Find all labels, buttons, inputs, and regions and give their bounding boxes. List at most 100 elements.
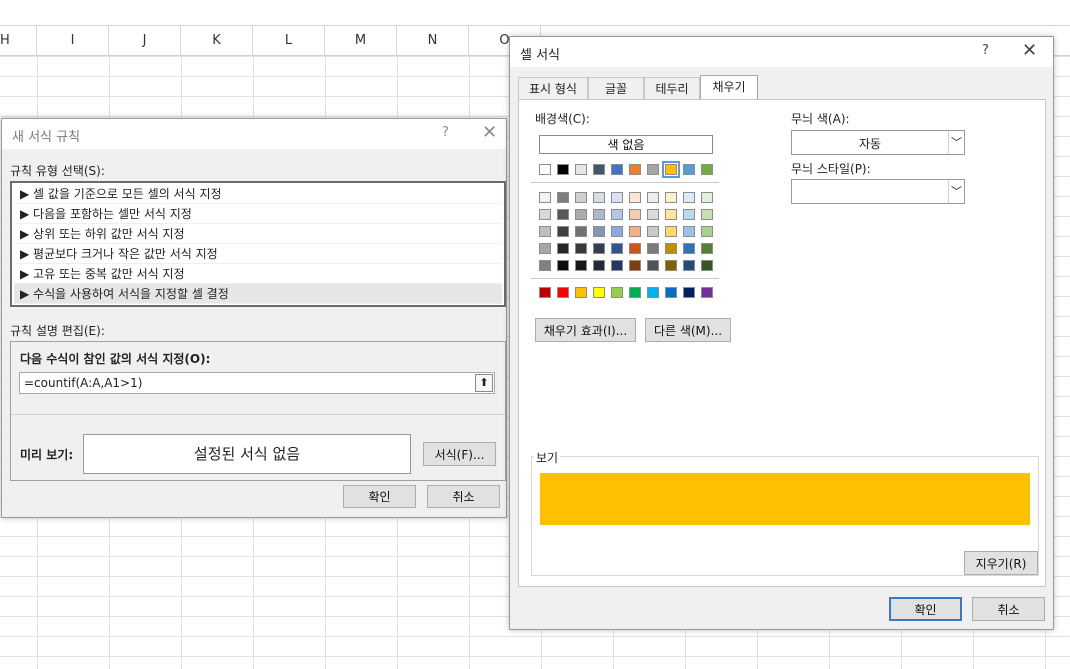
color-swatch[interactable] bbox=[593, 260, 605, 271]
color-swatch[interactable] bbox=[611, 260, 623, 271]
rule-type-item[interactable]: ▶ 고유 또는 중복 값만 서식 지정 bbox=[14, 264, 502, 284]
color-swatch[interactable] bbox=[557, 243, 569, 254]
color-swatch[interactable] bbox=[701, 243, 713, 254]
color-swatch[interactable] bbox=[557, 287, 569, 298]
color-swatch[interactable] bbox=[701, 260, 713, 271]
color-swatch[interactable] bbox=[647, 164, 659, 175]
cancel-button[interactable]: 취소 bbox=[427, 485, 500, 508]
color-swatch[interactable] bbox=[647, 243, 659, 254]
column-header-k[interactable]: K bbox=[181, 26, 253, 56]
color-swatch[interactable] bbox=[611, 164, 623, 175]
help-icon[interactable]: ? bbox=[442, 125, 449, 140]
rule-type-item[interactable]: ▶ 다음을 포함하는 셀만 서식 지정 bbox=[14, 204, 502, 224]
color-swatch[interactable] bbox=[629, 287, 641, 298]
column-header-n[interactable]: N bbox=[397, 26, 469, 56]
color-swatch[interactable] bbox=[593, 192, 605, 203]
color-swatch[interactable] bbox=[629, 209, 641, 220]
pattern-style-dropdown[interactable]: ﹀ bbox=[791, 179, 965, 204]
color-swatch[interactable] bbox=[539, 192, 551, 203]
color-swatch[interactable] bbox=[593, 243, 605, 254]
color-swatch[interactable] bbox=[647, 226, 659, 237]
rule-type-item[interactable]: ▶ 셀 값을 기준으로 모든 셀의 서식 지정 bbox=[14, 184, 502, 204]
color-swatch[interactable] bbox=[611, 243, 623, 254]
color-swatch[interactable] bbox=[683, 164, 695, 175]
color-swatch[interactable] bbox=[557, 209, 569, 220]
color-swatch[interactable] bbox=[611, 226, 623, 237]
color-swatch[interactable] bbox=[665, 260, 677, 271]
dialog-titlebar[interactable]: 셀 서식 ? ✕ bbox=[510, 37, 1053, 67]
more-colors-button[interactable]: 다른 색(M)... bbox=[645, 318, 731, 342]
color-swatch[interactable] bbox=[683, 287, 695, 298]
color-swatch[interactable] bbox=[593, 209, 605, 220]
column-header-l[interactable]: L bbox=[253, 26, 325, 56]
column-header-h[interactable]: H bbox=[0, 26, 37, 56]
color-swatch[interactable] bbox=[665, 287, 677, 298]
color-swatch[interactable] bbox=[665, 243, 677, 254]
color-swatch[interactable] bbox=[701, 209, 713, 220]
column-header-i[interactable]: I bbox=[37, 26, 109, 56]
color-swatch[interactable] bbox=[611, 209, 623, 220]
color-swatch[interactable] bbox=[611, 287, 623, 298]
color-swatch[interactable] bbox=[629, 226, 641, 237]
color-swatch[interactable] bbox=[665, 209, 677, 220]
column-header-j[interactable]: J bbox=[109, 26, 181, 56]
rule-type-list[interactable]: ▶ 셀 값을 기준으로 모든 셀의 서식 지정 ▶ 다음을 포함하는 셀만 서식… bbox=[10, 181, 506, 307]
tab-border[interactable]: 테두리 bbox=[644, 77, 700, 100]
help-icon[interactable]: ? bbox=[982, 43, 989, 58]
tab-font[interactable]: 글꼴 bbox=[588, 77, 644, 100]
color-swatch[interactable] bbox=[539, 164, 551, 175]
color-swatch[interactable] bbox=[683, 226, 695, 237]
color-swatch[interactable] bbox=[629, 192, 641, 203]
color-swatch[interactable] bbox=[557, 226, 569, 237]
color-swatch[interactable] bbox=[647, 209, 659, 220]
color-swatch[interactable] bbox=[647, 260, 659, 271]
color-swatch[interactable] bbox=[683, 209, 695, 220]
color-swatch[interactable] bbox=[647, 192, 659, 203]
ok-button[interactable]: 확인 bbox=[889, 597, 962, 621]
rule-type-item[interactable]: ▶ 상위 또는 하위 값만 서식 지정 bbox=[14, 224, 502, 244]
color-swatch[interactable] bbox=[629, 243, 641, 254]
color-swatch[interactable] bbox=[593, 287, 605, 298]
color-swatch[interactable] bbox=[539, 226, 551, 237]
color-swatch[interactable] bbox=[629, 260, 641, 271]
color-swatch[interactable] bbox=[575, 164, 587, 175]
color-swatch[interactable] bbox=[575, 243, 587, 254]
color-swatch[interactable] bbox=[539, 209, 551, 220]
color-swatch[interactable] bbox=[593, 226, 605, 237]
color-swatch[interactable] bbox=[575, 287, 587, 298]
color-swatch[interactable] bbox=[701, 226, 713, 237]
clear-button[interactable]: 지우기(R) bbox=[964, 551, 1038, 575]
color-swatch[interactable] bbox=[575, 209, 587, 220]
color-swatch[interactable] bbox=[575, 260, 587, 271]
rule-type-item-selected[interactable]: ▶ 수식을 사용하여 서식을 지정할 셀 결정 bbox=[14, 284, 502, 304]
close-icon[interactable]: ✕ bbox=[1022, 40, 1037, 61]
collapse-dialog-icon[interactable]: ⬆ bbox=[475, 374, 493, 392]
cancel-button[interactable]: 취소 bbox=[972, 597, 1045, 621]
close-icon[interactable]: ✕ bbox=[482, 122, 497, 143]
column-header-m[interactable]: M bbox=[325, 26, 397, 56]
tab-number[interactable]: 표시 형식 bbox=[518, 77, 588, 100]
pattern-color-dropdown[interactable]: 자동 ﹀ bbox=[791, 130, 965, 155]
format-button[interactable]: 서식(F)... bbox=[423, 442, 496, 466]
color-swatch[interactable] bbox=[575, 226, 587, 237]
ok-button[interactable]: 확인 bbox=[343, 485, 416, 508]
color-swatch[interactable] bbox=[539, 243, 551, 254]
color-swatch[interactable] bbox=[683, 243, 695, 254]
color-swatch[interactable] bbox=[629, 164, 641, 175]
color-swatch[interactable] bbox=[683, 192, 695, 203]
color-swatch[interactable] bbox=[665, 192, 677, 203]
tab-fill[interactable]: 채우기 bbox=[700, 75, 758, 101]
no-color-button[interactable]: 색 없음 bbox=[539, 135, 713, 154]
fill-effects-button[interactable]: 채우기 효과(I)... bbox=[535, 318, 636, 342]
color-swatch[interactable] bbox=[593, 164, 605, 175]
color-swatch[interactable] bbox=[701, 164, 713, 175]
color-swatch[interactable] bbox=[539, 260, 551, 271]
dialog-titlebar[interactable]: 새 서식 규칙 ? ✕ bbox=[2, 119, 506, 149]
color-swatch[interactable] bbox=[665, 226, 677, 237]
color-swatch[interactable] bbox=[683, 260, 695, 271]
color-swatch[interactable] bbox=[647, 287, 659, 298]
color-swatch[interactable] bbox=[539, 287, 551, 298]
color-swatch[interactable] bbox=[557, 164, 569, 175]
color-swatch[interactable] bbox=[575, 192, 587, 203]
color-swatch[interactable] bbox=[557, 192, 569, 203]
